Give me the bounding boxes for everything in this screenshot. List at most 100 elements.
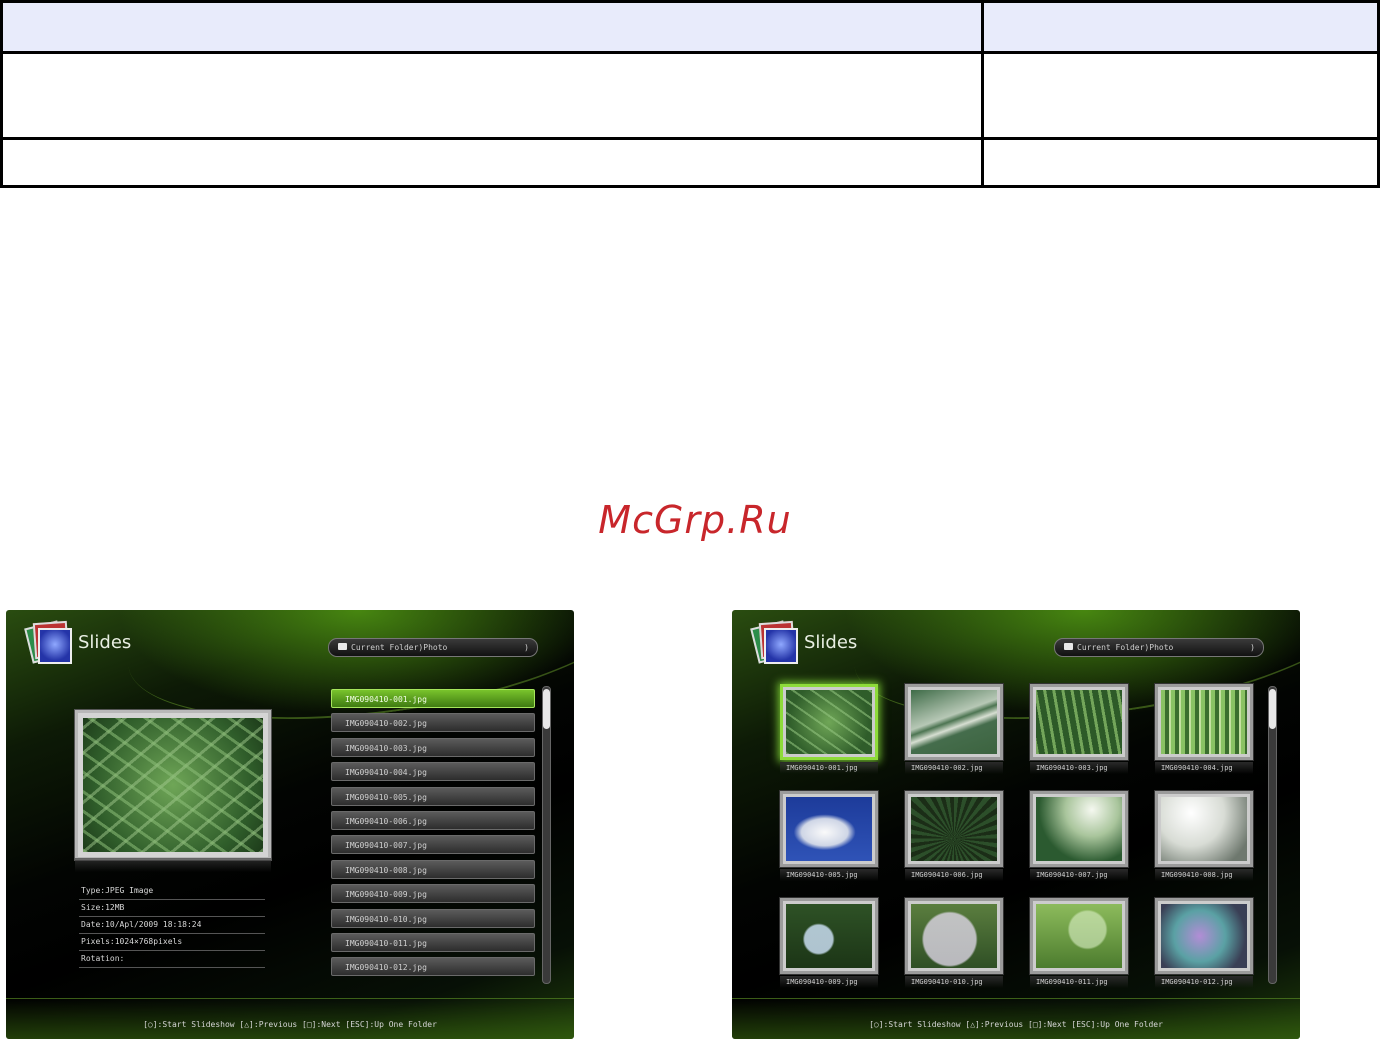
- thumbnail-image: [1036, 690, 1122, 754]
- info-type: Type:JPEG Image: [79, 883, 265, 900]
- scrollbar-thumb[interactable]: [1269, 689, 1276, 729]
- thumbnail-caption: IMG090410-001.jpg: [780, 762, 878, 774]
- photo-thumbnail[interactable]: IMG090410-009.jpg: [780, 898, 880, 988]
- photo-thumbnail[interactable]: IMG090410-004.jpg: [1155, 684, 1255, 774]
- thumbnail-image: [1036, 797, 1122, 861]
- chevron-right-icon: ): [1250, 643, 1255, 652]
- folder-path: Current Folder)Photo: [351, 643, 448, 652]
- thumbnail-caption: IMG090410-008.jpg: [1155, 869, 1253, 881]
- thumbnail-caption: IMG090410-010.jpg: [905, 976, 1003, 988]
- file-list-item[interactable]: IMG090410-006.jpg: [331, 810, 535, 830]
- thumbnail-image: [911, 797, 997, 861]
- table-header-row: [0, 0, 1380, 54]
- thumbnail-frame: [1030, 684, 1128, 760]
- photo-thumbnail[interactable]: IMG090410-010.jpg: [905, 898, 1005, 988]
- thumbnail-frame: [780, 791, 878, 867]
- photo-thumbnail[interactable]: IMG090410-002.jpg: [905, 684, 1005, 774]
- thumbnail-caption: IMG090410-003.jpg: [1030, 762, 1128, 774]
- table-cell: [981, 51, 1380, 140]
- scrollbar-thumb[interactable]: [543, 689, 550, 729]
- thumbnail-image: [786, 690, 872, 754]
- thumbnail-caption: IMG090410-009.jpg: [780, 976, 878, 988]
- thumbnail-image: [1161, 797, 1247, 861]
- thumbnail-frame: [905, 791, 1003, 867]
- thumbnail-frame: [1030, 898, 1128, 974]
- table-cell: [0, 137, 984, 188]
- file-list-item[interactable]: IMG090410-002.jpg: [331, 713, 535, 733]
- thumbnail-caption: IMG090410-011.jpg: [1030, 976, 1128, 988]
- grid-scrollbar[interactable]: [1268, 686, 1277, 984]
- file-list-item[interactable]: IMG090410-008.jpg: [331, 859, 535, 879]
- bottom-bar: [6, 998, 574, 1039]
- info-date: Date:10/Apl/2009 18:18:24: [79, 917, 265, 934]
- current-folder-button[interactable]: Current Folder)Photo ): [328, 638, 538, 657]
- file-list-item[interactable]: IMG090410-004.jpg: [331, 762, 535, 782]
- thumbnail-frame: [905, 898, 1003, 974]
- photo-thumbnail[interactable]: IMG090410-006.jpg: [905, 791, 1005, 881]
- info-rotation: Rotation:: [79, 951, 265, 968]
- table-cell: [981, 0, 1380, 54]
- spec-table: [0, 0, 1380, 188]
- bottom-bar: [732, 998, 1300, 1039]
- thumbnail-image: [786, 797, 872, 861]
- photo-thumbnail[interactable]: IMG090410-001.jpg: [780, 684, 880, 774]
- photo-thumbnail[interactable]: IMG090410-003.jpg: [1030, 684, 1130, 774]
- thumbnail-frame: [780, 898, 878, 974]
- file-list-item[interactable]: IMG090410-012.jpg: [331, 957, 535, 977]
- thumbnail-caption: IMG090410-005.jpg: [780, 869, 878, 881]
- photo-thumbnail[interactable]: IMG090410-007.jpg: [1030, 791, 1130, 881]
- photo-thumbnail[interactable]: IMG090410-012.jpg: [1155, 898, 1255, 988]
- app-title: Slides: [804, 632, 858, 653]
- slides-grid-screen: Slides Current Folder)Photo ) IMG090410-…: [732, 610, 1300, 1039]
- thumbnail-caption: IMG090410-002.jpg: [905, 762, 1003, 774]
- thumbnail-image: [911, 904, 997, 968]
- thumbnail-frame: [780, 684, 878, 760]
- slides-app-icon: [750, 620, 798, 664]
- file-info-panel: Type:JPEG Image Size:12MB Date:10/Apl/20…: [79, 883, 265, 968]
- file-list: IMG090410-001.jpg IMG090410-002.jpg IMG090…: [331, 689, 535, 982]
- folder-path: Current Folder)Photo: [1077, 643, 1174, 652]
- thumbnail-frame: [1155, 898, 1253, 974]
- thumbnail-image: [1161, 690, 1247, 754]
- control-hints: [○]:Start Slideshow [△]:Previous [□]:Nex…: [869, 1020, 1163, 1029]
- photo-preview: [75, 710, 271, 860]
- control-hints: [○]:Start Slideshow [△]:Previous [□]:Nex…: [143, 1020, 437, 1029]
- file-list-item[interactable]: IMG090410-009.jpg: [331, 884, 535, 904]
- info-pixels: Pixels:1024×768pixels: [79, 934, 265, 951]
- file-list-item[interactable]: IMG090410-007.jpg: [331, 835, 535, 855]
- thumbnail-frame: [905, 684, 1003, 760]
- chevron-right-icon: ): [524, 643, 529, 652]
- file-list-item[interactable]: IMG090410-005.jpg: [331, 786, 535, 806]
- table-row: [0, 137, 1380, 188]
- watermark: McGrp.Ru: [598, 498, 792, 542]
- preview-reflection: [75, 858, 271, 872]
- file-list-item[interactable]: IMG090410-001.jpg: [331, 689, 535, 708]
- slides-app-icon: [24, 620, 72, 664]
- folder-icon: [338, 643, 347, 650]
- thumbnail-frame: [1155, 791, 1253, 867]
- file-list-item[interactable]: IMG090410-011.jpg: [331, 932, 535, 952]
- table-cell: [0, 0, 984, 54]
- preview-image: [83, 718, 263, 852]
- thumbnail-caption: IMG090410-004.jpg: [1155, 762, 1253, 774]
- thumbnail-image: [1036, 904, 1122, 968]
- thumbnail-frame: [1155, 684, 1253, 760]
- current-folder-button[interactable]: Current Folder)Photo ): [1054, 638, 1264, 657]
- table-row: [0, 51, 1380, 140]
- thumbnail-image: [911, 690, 997, 754]
- thumbnail-frame: [1030, 791, 1128, 867]
- photo-thumbnail[interactable]: IMG090410-011.jpg: [1030, 898, 1130, 988]
- folder-icon: [1064, 643, 1073, 650]
- photo-thumbnail[interactable]: IMG090410-005.jpg: [780, 791, 880, 881]
- photo-thumbnail[interactable]: IMG090410-008.jpg: [1155, 791, 1255, 881]
- file-list-item[interactable]: IMG090410-010.jpg: [331, 908, 535, 928]
- slides-list-screen: Slides Current Folder)Photo ) Type:JPEG …: [6, 610, 574, 1039]
- file-list-scrollbar[interactable]: [542, 686, 551, 984]
- table-cell: [981, 137, 1380, 188]
- thumbnail-image: [786, 904, 872, 968]
- app-title: Slides: [78, 632, 132, 653]
- thumbnail-caption: IMG090410-007.jpg: [1030, 869, 1128, 881]
- info-size: Size:12MB: [79, 900, 265, 917]
- file-list-item[interactable]: IMG090410-003.jpg: [331, 737, 535, 757]
- thumbnail-image: [1161, 904, 1247, 968]
